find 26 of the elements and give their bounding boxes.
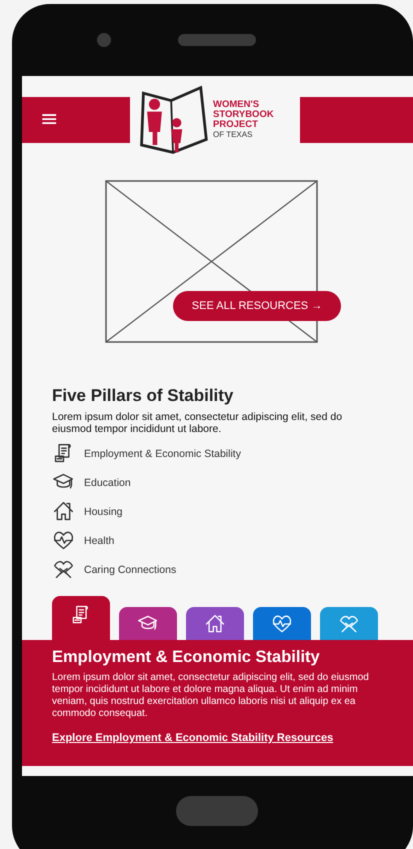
pillar-tab[interactable] <box>119 607 177 640</box>
menu-button[interactable]: ≡ <box>36 109 62 131</box>
pillar-label: Health <box>84 534 114 546</box>
pillar-label: Education <box>84 476 131 488</box>
pillar-tab[interactable] <box>320 607 378 640</box>
see-all-resources-button[interactable]: SEE ALL RESOURCES → <box>173 291 341 321</box>
section-title: Five Pillars of Stability <box>52 386 234 406</box>
house-icon <box>52 500 75 523</box>
logo-text: STORYBOOK <box>213 110 274 120</box>
section-description: Lorem ipsum dolor sit amet, consectetur adipiscing elit, sed do eiusmod tempor incididunt ut labore. <box>52 411 344 435</box>
logo-text: PROJECT <box>213 120 259 130</box>
camera-icon <box>97 33 111 47</box>
pillar-label: Employment & Economic Stability <box>84 448 241 460</box>
pillar-tab[interactable] <box>52 596 110 640</box>
pillar-tab[interactable] <box>186 607 244 640</box>
panel-description: Lorem ipsum dolor sit amet, consectetur adipiscing elit, sed do eiusmod tempor incididunt ut labore et dolore magna aliqua. Ut enim ad minim veniam, quis nostrud exercitation ullamco laboris nisi ut aliquip ex ea commodo consequat. <box>52 672 370 720</box>
explore-resources-link[interactable]: Explore Employment & Economic Stability Resources <box>52 732 334 744</box>
logo-text: WOMEN'S <box>213 100 260 110</box>
panel-title: Employment & Economic Stability <box>52 648 321 667</box>
pillar-tab[interactable] <box>253 607 311 640</box>
pillar-label: Housing <box>84 506 123 518</box>
heart-pulse-icon <box>271 612 293 634</box>
pillar-label: Caring Connections <box>84 564 176 576</box>
logo-subtitle: OF TEXAS <box>213 130 254 140</box>
heart-pulse-icon <box>52 529 75 552</box>
house-icon <box>204 612 226 634</box>
